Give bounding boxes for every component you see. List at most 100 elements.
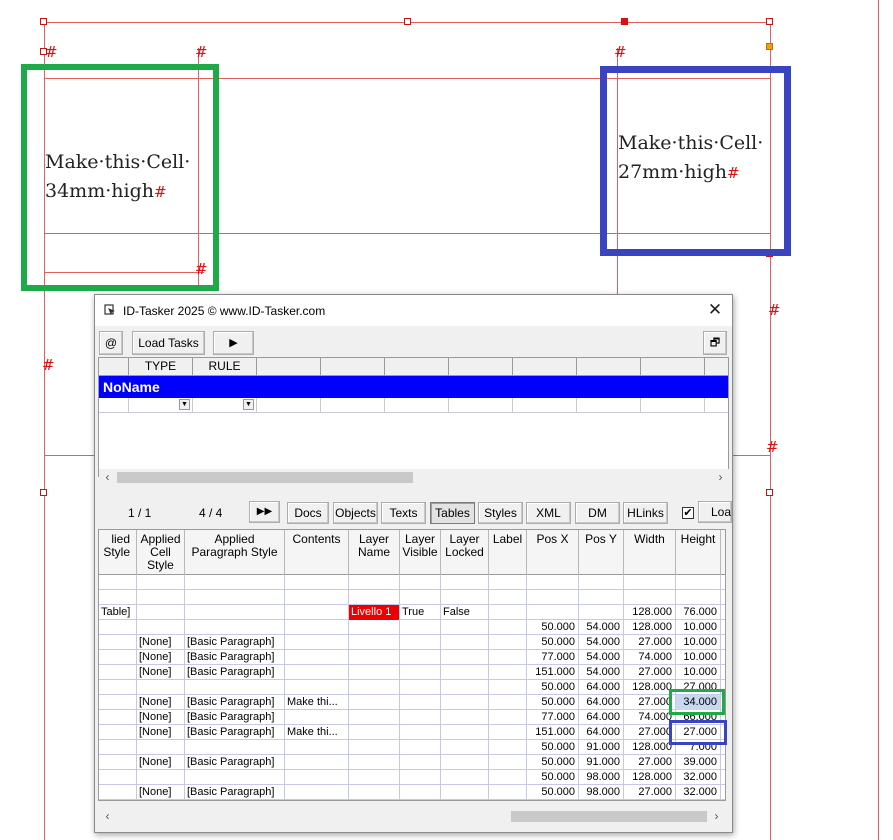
layer-name-cell[interactable] [349, 785, 400, 800]
style-cell[interactable] [99, 650, 137, 665]
layer-name-cell[interactable] [349, 710, 400, 725]
layer-visible-header[interactable]: Layer Visible [400, 530, 441, 575]
paragraph-style-cell[interactable] [185, 605, 285, 620]
label-cell[interactable] [489, 695, 527, 710]
paragraph-style-cell[interactable]: [Basic Paragraph] [185, 650, 285, 665]
paragraph-style-cell[interactable]: [Basic Paragraph] [185, 755, 285, 770]
table-row[interactable]: [None] [Basic Paragraph] 50.000 54.000 27.00… [99, 635, 725, 650]
layer-visible-cell[interactable] [400, 575, 441, 590]
style-cell[interactable] [99, 620, 137, 635]
style-cell[interactable] [99, 635, 137, 650]
selection-handle[interactable] [621, 18, 628, 25]
layer-name-cell[interactable] [349, 620, 400, 635]
label-header[interactable]: Label [489, 530, 527, 575]
cell-style-cell[interactable]: [None] [137, 635, 185, 650]
width-cell[interactable]: 128.000 [624, 605, 676, 620]
pos-y-cell[interactable]: 64.000 [579, 710, 624, 725]
paragraph-style-cell[interactable] [185, 680, 285, 695]
cell-style-cell[interactable] [137, 680, 185, 695]
pos-y-header[interactable]: Pos Y [579, 530, 624, 575]
scroll-left-icon[interactable]: ‹ [99, 808, 116, 825]
layer-name-cell[interactable] [349, 635, 400, 650]
tab-tables[interactable]: Tables [430, 502, 475, 524]
cell-style-cell[interactable]: [None] [137, 755, 185, 770]
table-row[interactable]: [None] [Basic Paragraph] 50.000 98.000 27.00… [99, 785, 725, 800]
label-cell[interactable] [489, 680, 527, 695]
tab-hlinks[interactable]: HLinks [623, 502, 668, 524]
style-cell[interactable] [99, 710, 137, 725]
label-cell[interactable] [489, 665, 527, 680]
contents-cell[interactable] [285, 605, 349, 620]
layer-name-header[interactable]: Layer Name [349, 530, 400, 575]
table-row[interactable]: [None] [Basic Paragraph] Make thi... 50.000… [99, 695, 725, 710]
table-row[interactable]: [None] [Basic Paragraph] Make thi... 151.00… [99, 725, 725, 740]
cell-style-cell[interactable] [137, 605, 185, 620]
layer-locked-cell[interactable] [441, 680, 489, 695]
load-checkbox[interactable]: ✔ [682, 507, 694, 519]
label-cell[interactable] [489, 725, 527, 740]
pos-y-cell[interactable]: 98.000 [579, 785, 624, 800]
pos-y-cell[interactable]: 54.000 [579, 650, 624, 665]
width-cell[interactable] [624, 575, 676, 590]
layer-name-cell[interactable] [349, 590, 400, 605]
pos-y-cell[interactable]: 64.000 [579, 680, 624, 695]
label-cell[interactable] [489, 650, 527, 665]
selection-handle[interactable] [766, 489, 773, 496]
pos-x-cell[interactable]: 50.000 [527, 620, 579, 635]
layer-visible-cell[interactable] [400, 755, 441, 770]
layer-locked-cell[interactable] [441, 725, 489, 740]
cell-style-cell[interactable] [137, 770, 185, 785]
pos-y-cell[interactable] [579, 590, 624, 605]
layer-visible-cell[interactable] [400, 665, 441, 680]
pos-x-cell[interactable]: 50.000 [527, 695, 579, 710]
layer-name-cell[interactable] [349, 740, 400, 755]
at-button[interactable]: @ [99, 331, 123, 355]
pos-y-cell[interactable]: 64.000 [579, 725, 624, 740]
paragraph-style-cell[interactable]: [Basic Paragraph] [185, 695, 285, 710]
contents-cell[interactable] [285, 785, 349, 800]
table-row[interactable]: [None] [Basic Paragraph] 151.000 54.000 27.0… [99, 665, 725, 680]
cell-style-cell[interactable] [137, 575, 185, 590]
scroll-right-icon[interactable]: › [708, 808, 725, 825]
forward-button[interactable]: ▶▶ [249, 501, 280, 523]
layer-visible-cell[interactable]: True [400, 605, 441, 620]
style-cell[interactable] [99, 680, 137, 695]
tab-objects[interactable]: Objects [333, 502, 378, 524]
width-header[interactable]: Width [624, 530, 676, 575]
layer-name-cell[interactable] [349, 725, 400, 740]
cell-style-cell[interactable]: [None] [137, 650, 185, 665]
layer-locked-cell[interactable] [441, 575, 489, 590]
contents-cell[interactable] [285, 680, 349, 695]
task-group-bar[interactable]: NoName [99, 376, 728, 398]
table-row[interactable]: 50.000 54.000 128.000 10.000 [99, 620, 725, 635]
applied-cell-style-header[interactable]: Applied Cell Style [137, 530, 185, 575]
table-row[interactable] [99, 575, 725, 590]
tab-xml[interactable]: XML [526, 502, 571, 524]
paragraph-style-cell[interactable] [185, 740, 285, 755]
height-cell[interactable]: 10.000 [676, 635, 721, 650]
layer-locked-cell[interactable] [441, 770, 489, 785]
contents-header[interactable]: Contents [285, 530, 349, 575]
table-row[interactable]: [None] [Basic Paragraph] 77.000 64.000 74.00… [99, 710, 725, 725]
label-cell[interactable] [489, 590, 527, 605]
style-cell[interactable] [99, 695, 137, 710]
contents-cell[interactable] [285, 770, 349, 785]
type-column-header[interactable]: TYPE [129, 358, 193, 375]
pos-x-cell[interactable]: 50.000 [527, 770, 579, 785]
height-cell[interactable]: 39.000 [676, 755, 721, 770]
tab-styles[interactable]: Styles [478, 502, 523, 524]
table-row[interactable]: 50.000 98.000 128.000 32.000 [99, 770, 725, 785]
rule-cell[interactable]: ▼ [193, 398, 257, 412]
pos-x-cell[interactable]: 77.000 [527, 650, 579, 665]
layer-locked-cell[interactable] [441, 620, 489, 635]
pos-y-cell[interactable]: 54.000 [579, 665, 624, 680]
contents-cell[interactable] [285, 635, 349, 650]
layer-visible-cell[interactable] [400, 650, 441, 665]
applied-paragraph-style-header[interactable]: Applied Paragraph Style [185, 530, 285, 575]
style-cell[interactable] [99, 770, 137, 785]
pos-x-cell[interactable]: 77.000 [527, 710, 579, 725]
layer-visible-cell[interactable] [400, 710, 441, 725]
height-header[interactable]: Height [676, 530, 721, 575]
corner-options-handle[interactable] [766, 43, 773, 50]
cell-style-cell[interactable] [137, 620, 185, 635]
